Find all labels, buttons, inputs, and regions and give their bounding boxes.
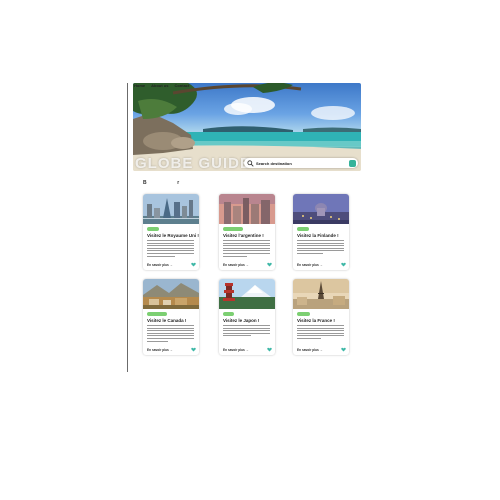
- card-title: Visitez le Royaume Uni !: [147, 233, 199, 238]
- destination-card-france[interactable]: Visitez la France ! En savoir plus →: [293, 279, 349, 355]
- read-more-link[interactable]: En savoir plus →: [147, 348, 173, 352]
- heart-icon[interactable]: [191, 262, 196, 267]
- category-badge: [147, 312, 167, 316]
- destination-card-argentina[interactable]: Visitez l'argentine ! En savoir plus →: [219, 194, 275, 270]
- nav-contact[interactable]: Contact: [174, 83, 189, 88]
- top-nav: Home About us Contact: [134, 83, 189, 88]
- card-image-buenos-aires: [219, 194, 275, 224]
- nav-home[interactable]: Home: [134, 83, 145, 88]
- category-badge: [147, 227, 159, 231]
- heart-icon[interactable]: [191, 347, 196, 352]
- read-more-link[interactable]: En savoir plus →: [147, 263, 173, 267]
- card-description: [223, 240, 270, 258]
- destination-card-finland[interactable]: Visitez la Finlande ! En savoir plus →: [293, 194, 349, 270]
- card-image-japan: [219, 279, 275, 309]
- heart-icon[interactable]: [341, 262, 346, 267]
- card-image-helsinki: [293, 194, 349, 224]
- card-image-london: [143, 194, 199, 224]
- card-title: Visitez le Canada !: [147, 318, 187, 323]
- left-divider: [127, 83, 128, 372]
- card-title: Visitez l'argentine !: [223, 233, 264, 238]
- search-icon: [247, 159, 254, 167]
- card-description: [223, 325, 270, 343]
- card-description: [147, 325, 194, 343]
- destination-card-canada[interactable]: Visitez le Canada ! En savoir plus →: [143, 279, 199, 355]
- search-submit-button[interactable]: [349, 159, 356, 167]
- card-description: [297, 240, 344, 258]
- card-image-canada: [143, 279, 199, 309]
- heart-icon[interactable]: [267, 262, 272, 267]
- heart-icon[interactable]: [341, 347, 346, 352]
- card-title: Visitez la France !: [297, 318, 335, 323]
- read-more-link[interactable]: En savoir plus →: [297, 263, 323, 267]
- read-more-link[interactable]: En savoir plus →: [223, 263, 249, 267]
- card-description: [297, 325, 344, 343]
- read-more-link[interactable]: En savoir plus →: [223, 348, 249, 352]
- section-title: B r: [143, 180, 180, 186]
- card-title: Visitez le Japon !: [223, 318, 260, 323]
- card-description: [147, 240, 194, 258]
- category-badge: [297, 312, 310, 316]
- card-image-paris: [293, 279, 349, 309]
- card-title: Visitez la Finlande !: [297, 233, 339, 238]
- nav-about[interactable]: About us: [151, 83, 168, 88]
- category-badge: [223, 227, 243, 231]
- search-input[interactable]: [254, 160, 342, 166]
- heart-icon[interactable]: [267, 347, 272, 352]
- destination-card-uk[interactable]: Visitez le Royaume Uni ! En savoir plus …: [143, 194, 199, 270]
- read-more-link[interactable]: En savoir plus →: [297, 348, 323, 352]
- brand-title: GLOBE GUIDE: [135, 155, 252, 172]
- category-badge: [297, 227, 309, 231]
- search-bar: [244, 158, 358, 168]
- destination-card-japan[interactable]: Visitez le Japon ! En savoir plus →: [219, 279, 275, 355]
- category-badge: [223, 312, 234, 316]
